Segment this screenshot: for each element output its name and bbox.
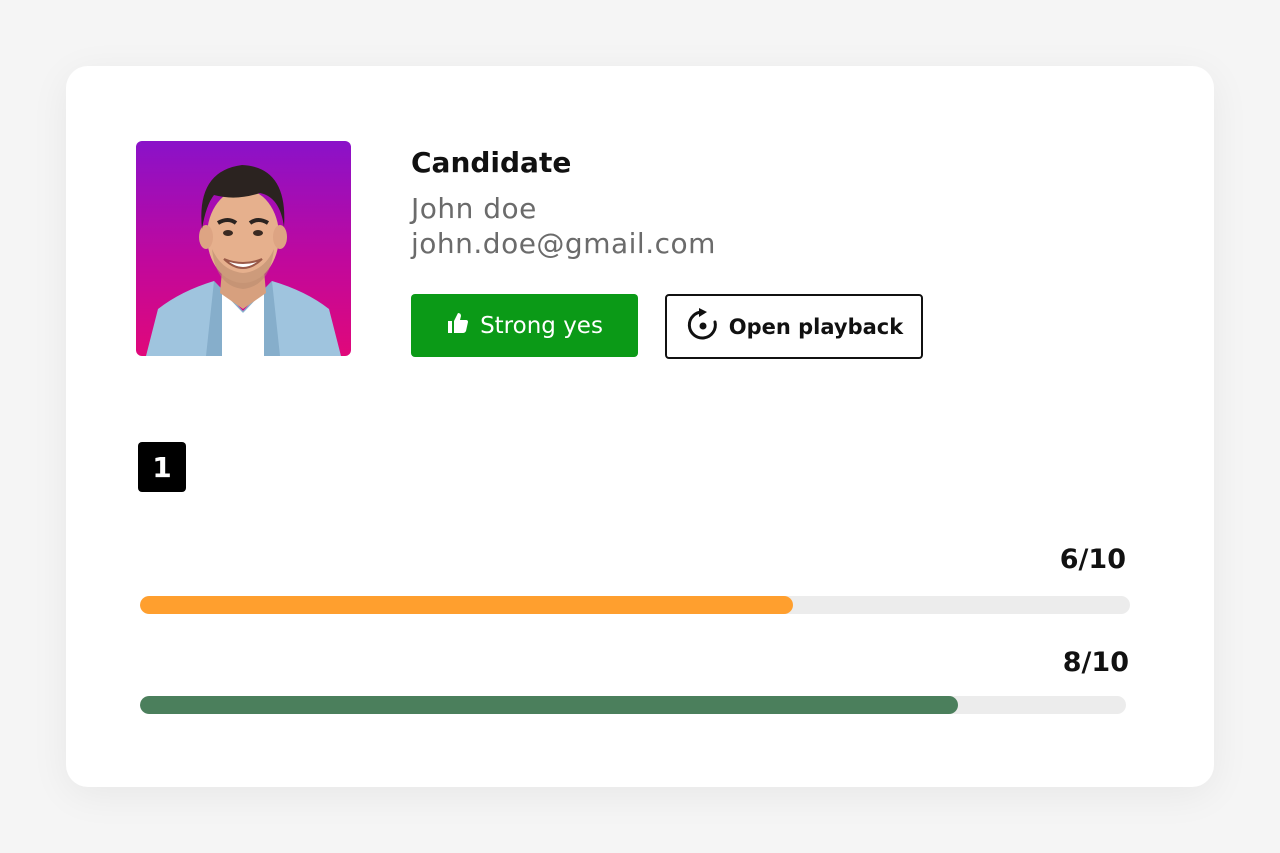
open-playback-label: Open playback [728,314,904,339]
thumbs-up-icon [446,311,470,341]
candidate-label: Candidate [411,146,572,179]
replay-icon [685,306,721,347]
score-1-track [140,596,1130,614]
score-2-text: 8/10 [1062,647,1129,678]
score-1-text: 6/10 [1059,544,1126,575]
strong-yes-label: Strong yes [480,312,603,339]
score-1-fill [140,596,794,614]
candidate-card: Candidate John doe john.doe@gmail.com St… [66,66,1214,787]
score-2-fill [140,696,959,714]
open-playback-button[interactable]: Open playback [665,294,923,359]
candidate-photo [136,141,351,356]
score-2-track [140,696,1126,714]
candidate-email: john.doe@gmail.com [411,227,716,260]
candidate-portrait-image [146,165,341,356]
strong-yes-button[interactable]: Strong yes [411,294,638,357]
candidate-name: John doe [411,192,537,225]
section-index-badge: 1 [138,442,186,492]
